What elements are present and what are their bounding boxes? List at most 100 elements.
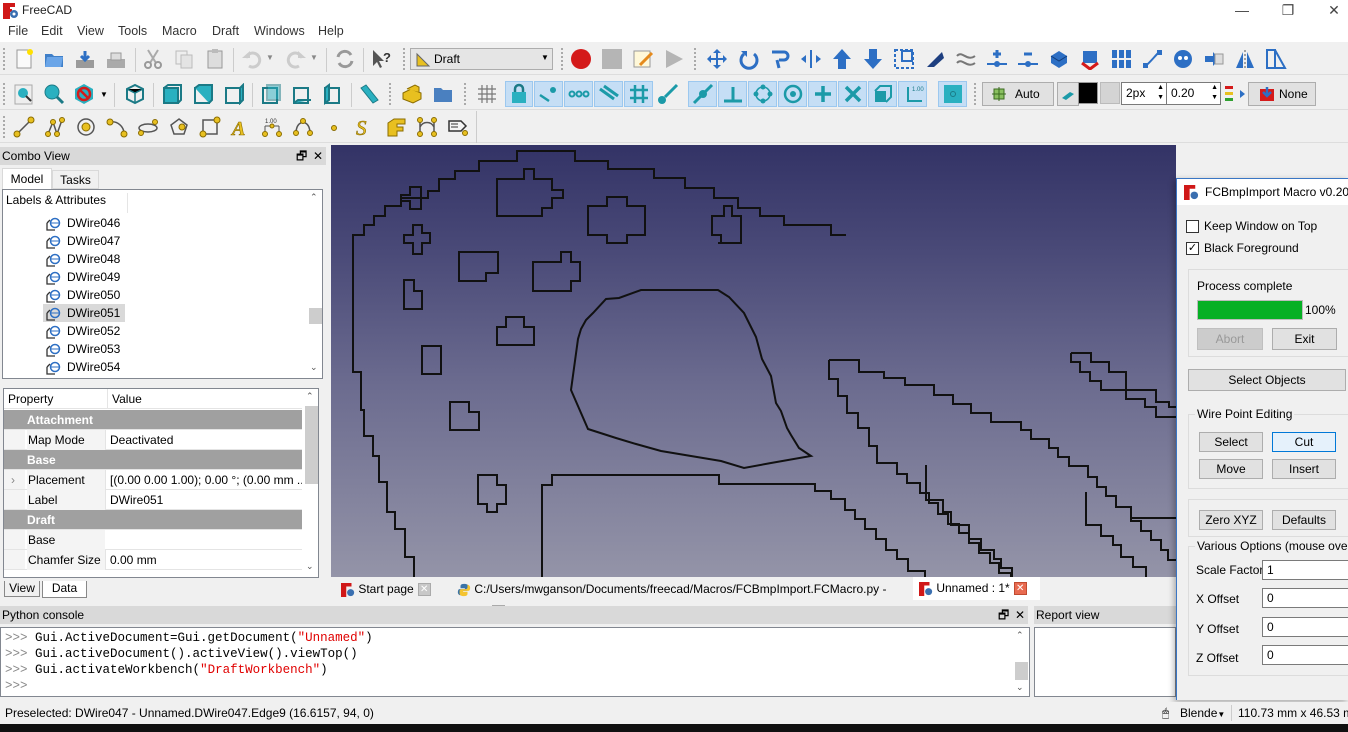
draft-rectangle-icon[interactable] — [198, 115, 222, 139]
array-icon[interactable] — [1109, 47, 1133, 71]
view-bottom-icon[interactable] — [290, 82, 314, 106]
snap-perpendicular-icon[interactable] — [718, 81, 747, 107]
snap-midpoint-icon[interactable] — [564, 81, 593, 107]
menu-file[interactable]: File — [8, 24, 28, 38]
draw-style-dropdown-icon[interactable]: ▼ — [100, 90, 108, 99]
draft-text-icon[interactable]: A — [229, 115, 253, 139]
tab-unnamed-document[interactable]: Unnamed : 1* ✕ — [913, 577, 1040, 600]
tree-item[interactable]: DWire051 — [43, 304, 125, 322]
draft-label-icon[interactable] — [446, 115, 470, 139]
zero-xyz-button[interactable]: Zero XYZ — [1199, 510, 1263, 530]
line-color-picker-button[interactable] — [1057, 82, 1079, 106]
mirror-icon[interactable] — [1233, 47, 1257, 71]
text-height-spinbox[interactable]: 0.20 ▲ ▼ — [1166, 82, 1221, 105]
snap-parallel-icon[interactable] — [594, 81, 623, 107]
draft-polygon-icon[interactable] — [167, 115, 191, 139]
toolbar-grip[interactable] — [3, 48, 7, 70]
redo-icon[interactable] — [284, 47, 308, 71]
snap-ortho-icon[interactable] — [808, 81, 837, 107]
property-row[interactable]: Label DWire051 — [4, 490, 302, 510]
tree-item[interactable]: DWire053 — [43, 340, 125, 358]
menu-tools[interactable]: Tools — [118, 24, 147, 38]
save-as-icon[interactable] — [104, 47, 128, 71]
tab-data[interactable]: Data — [42, 581, 87, 598]
property-row[interactable]: Map Mode Deactivated — [4, 430, 302, 450]
menu-help[interactable]: Help — [318, 24, 344, 38]
paste-icon[interactable] — [203, 47, 227, 71]
draft-dimension-icon[interactable]: 1.00 — [260, 115, 284, 139]
menu-edit[interactable]: Edit — [41, 24, 63, 38]
stretch-icon[interactable] — [1264, 47, 1288, 71]
checkbox-box[interactable] — [1186, 220, 1199, 233]
close-panel-icon[interactable]: ✕ — [1015, 606, 1025, 624]
abort-button[interactable]: Abort — [1197, 328, 1263, 350]
create-part-icon[interactable] — [400, 82, 424, 106]
check-icon[interactable]: ✓ — [1186, 242, 1199, 255]
redo-dropdown-icon[interactable]: ▼ — [310, 53, 318, 62]
tab-tasks[interactable]: Tasks — [52, 170, 99, 189]
view-left-icon[interactable] — [321, 82, 345, 106]
run-macro-icon[interactable] — [662, 47, 686, 71]
delete-point-icon[interactable] — [1016, 47, 1040, 71]
snap-working-plane-icon[interactable] — [938, 81, 967, 107]
new-document-icon[interactable] — [12, 47, 36, 71]
navigation-style-selector[interactable]: Blende▼ — [1180, 702, 1225, 726]
line-width-spinbox[interactable]: 2px ▲ ▼ — [1121, 82, 1167, 105]
report-view-output[interactable] — [1034, 627, 1176, 697]
apply-style-icon[interactable] — [1222, 82, 1246, 106]
tree-item[interactable]: DWire054 — [43, 358, 125, 376]
toolbar-grip[interactable] — [389, 83, 393, 105]
tree-scrollbar[interactable]: ⌃ ⌄ — [307, 190, 323, 378]
rotate-icon[interactable] — [737, 47, 761, 71]
draft-bezier-icon[interactable] — [415, 115, 439, 139]
draft-ellipse-icon[interactable] — [136, 115, 160, 139]
draft-bspline-icon[interactable] — [291, 115, 315, 139]
snap-dimensions-icon[interactable]: 1.00 — [898, 81, 927, 107]
scrollbar-thumb[interactable] — [309, 308, 322, 324]
property-value[interactable]: [(0.00 0.00 1.00); 0.00 °; (0.00 mm ... — [105, 470, 302, 490]
select-objects-button[interactable]: Select Objects — [1188, 369, 1346, 391]
snap-extension-icon[interactable] — [656, 82, 680, 106]
exit-button[interactable]: Exit — [1272, 328, 1337, 350]
draft-wire-icon[interactable] — [43, 115, 67, 139]
trimex-icon[interactable] — [799, 47, 823, 71]
cut-icon[interactable] — [141, 47, 165, 71]
measure-distance-icon[interactable] — [357, 82, 381, 106]
face-color-swatch[interactable] — [1100, 82, 1120, 104]
add-point-icon[interactable] — [985, 47, 1009, 71]
draft-point-icon[interactable] — [322, 115, 346, 139]
y-offset-input[interactable]: 0 — [1262, 617, 1348, 637]
tab-view[interactable]: View — [4, 581, 40, 597]
wire-insert-button[interactable]: Insert — [1272, 459, 1336, 479]
copy-icon[interactable] — [172, 47, 196, 71]
property-value[interactable]: 0.00 mm — [105, 550, 302, 570]
draft-facebinder-icon[interactable] — [384, 115, 408, 139]
downgrade-icon[interactable] — [861, 47, 885, 71]
tree-item[interactable]: DWire052 — [43, 322, 125, 340]
undo-dropdown-icon[interactable]: ▼ — [266, 53, 274, 62]
close-panel-icon[interactable]: ✕ — [313, 147, 323, 165]
tab-start-page[interactable]: Start page ✕ — [335, 578, 440, 600]
stop-macro-icon[interactable] — [600, 47, 624, 71]
snap-lock-icon[interactable] — [505, 81, 533, 107]
snap-intersection-icon[interactable] — [688, 81, 717, 107]
x-offset-input[interactable]: 0 — [1262, 588, 1348, 608]
tree-item[interactable]: DWire047 — [43, 232, 125, 250]
z-offset-input[interactable]: 0 — [1262, 645, 1348, 665]
create-group-icon[interactable] — [431, 82, 455, 106]
scrollbar-thumb[interactable] — [1015, 662, 1028, 680]
fit-selection-icon[interactable] — [42, 82, 66, 106]
toolbar-grip[interactable] — [3, 116, 7, 138]
property-value[interactable]: Deactivated — [105, 430, 302, 450]
wire-move-button[interactable]: Move — [1199, 459, 1263, 479]
open-folder-icon[interactable] — [42, 47, 66, 71]
fit-all-icon[interactable] — [12, 82, 36, 106]
tree-item[interactable]: DWire046 — [43, 214, 125, 232]
toolbar-grip[interactable] — [403, 48, 407, 70]
construction-group-button[interactable]: None — [1248, 82, 1316, 106]
scale-factor-input[interactable]: 1 — [1262, 560, 1348, 580]
close-button[interactable]: ✕ — [1311, 0, 1348, 22]
clone-icon[interactable] — [1171, 47, 1195, 71]
path-array-icon[interactable] — [1140, 47, 1164, 71]
workbench-selector[interactable]: Draft ▼ — [410, 48, 553, 70]
